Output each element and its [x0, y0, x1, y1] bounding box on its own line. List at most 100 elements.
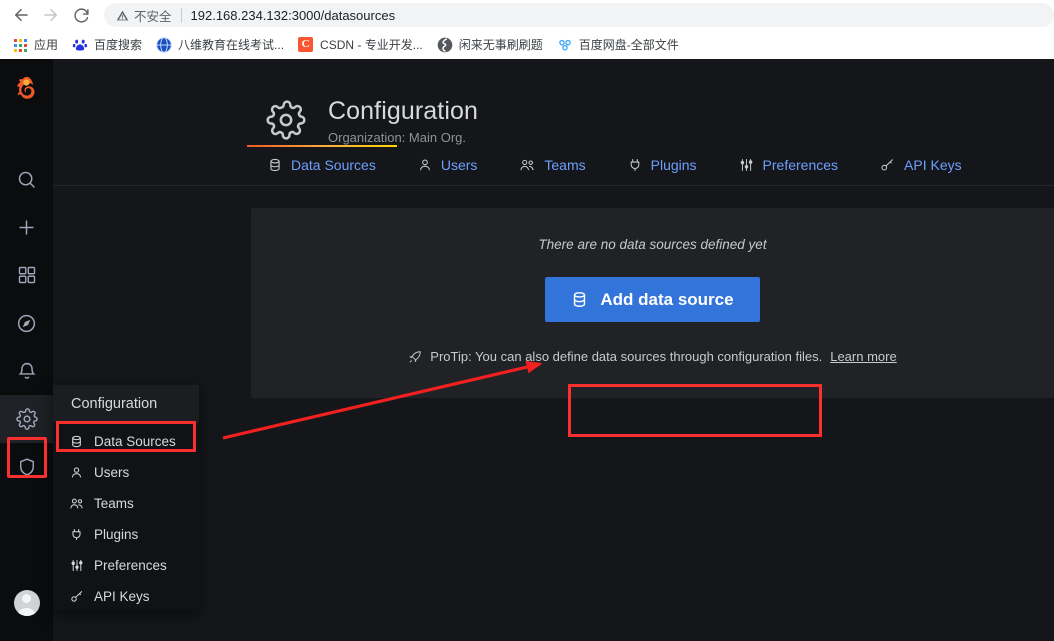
apps-grid-icon [12, 37, 28, 53]
back-button[interactable] [6, 1, 36, 29]
add-data-source-button[interactable]: Add data source [545, 277, 760, 322]
bookmark-label: CSDN - 专业开发... [320, 38, 423, 52]
database-icon [268, 158, 282, 172]
page-container: Configuration Organization: Main Org. Da… [53, 59, 1054, 641]
sidebar-item-explore[interactable] [0, 299, 53, 347]
flyout-item-label: Data Sources [94, 434, 176, 449]
search-icon [16, 169, 37, 190]
reload-button[interactable] [66, 1, 96, 29]
flyout-item-label: Users [94, 465, 130, 480]
add-data-source-label: Add data source [600, 289, 734, 309]
sliders-icon [739, 158, 754, 172]
bookmark-baidu-search[interactable]: 百度搜索 [66, 33, 150, 57]
bookmark-csdn[interactable]: C CSDN - 专业开发... [292, 33, 431, 57]
plug-icon [628, 158, 642, 172]
baidu-paw-icon [72, 37, 88, 53]
flyout-item-label: Preferences [94, 558, 167, 573]
sidebar-item-configuration[interactable] [0, 395, 53, 443]
globe-dark-icon [437, 37, 453, 53]
compass-icon [16, 313, 37, 334]
bookmark-label: 应用 [34, 38, 59, 52]
flyout-item-data-sources[interactable]: Data Sources [53, 426, 199, 457]
flyout-item-plugins[interactable]: Plugins [53, 519, 199, 550]
key-icon [880, 158, 895, 172]
sidebar-item-search[interactable] [0, 155, 53, 203]
url-text: 192.168.234.132:3000/datasources [190, 7, 396, 23]
flyout-item-label: Plugins [94, 527, 139, 542]
baidu-pan-icon [557, 37, 573, 53]
flyout-item-users[interactable]: Users [53, 457, 199, 488]
csdn-icon: C [298, 36, 314, 53]
flyout-item-label: API Keys [94, 589, 150, 604]
grafana-logo-icon[interactable] [0, 67, 53, 113]
rocket-icon [408, 350, 422, 364]
flyout-item-label: Teams [94, 496, 134, 511]
tab-api-keys[interactable]: API Keys [859, 145, 983, 185]
browser-toolbar: 不安全 192.168.234.132:3000/datasources [0, 0, 1054, 30]
sidebar-item-alerting[interactable] [0, 347, 53, 395]
database-icon [571, 291, 588, 308]
tab-label: Users [440, 157, 478, 173]
tab-data-sources[interactable]: Data Sources [247, 145, 397, 185]
key-icon [69, 590, 84, 603]
user-avatar-icon [13, 590, 40, 616]
flyout-header: Configuration [53, 385, 199, 423]
browser-chrome: 不安全 192.168.234.132:3000/datasources 应用 … [0, 0, 1054, 59]
side-nav-rail [0, 59, 53, 641]
users-icon [69, 497, 84, 510]
page-header-text: Configuration Organization: Main Org. [328, 97, 479, 146]
bookmark-baidu-pan[interactable]: 百度网盘-全部文件 [551, 33, 687, 57]
tab-label: API Keys [904, 157, 962, 173]
address-bar[interactable]: 不安全 192.168.234.132:3000/datasources [104, 3, 1054, 27]
data-sources-empty-card: There are no data sources defined yet Ad… [251, 208, 1054, 398]
tab-label: Data Sources [291, 157, 376, 173]
users-icon [519, 158, 535, 172]
forward-button[interactable] [36, 1, 66, 29]
tab-label: Teams [544, 157, 586, 173]
empty-state-message: There are no data sources defined yet [538, 237, 767, 252]
sidebar-item-create[interactable] [0, 203, 53, 251]
page-subtitle: Organization: Main Org. [328, 130, 467, 145]
plug-icon [69, 528, 84, 541]
sliders-icon [69, 559, 84, 572]
bookmark-xianlai[interactable]: 闲来无事刷刷题 [431, 33, 551, 57]
security-label: 不安全 [134, 9, 172, 24]
sidebar-item-profile[interactable] [0, 579, 53, 627]
flyout-item-preferences[interactable]: Preferences [53, 550, 199, 581]
tab-bar: Data Sources Users Teams Plugins Prefere… [53, 145, 1054, 186]
user-icon [69, 466, 84, 479]
apps-grid-icon [17, 265, 37, 285]
protip-learn-more-link[interactable]: Learn more [830, 349, 896, 364]
content-wrapper: There are no data sources defined yet Ad… [53, 186, 1054, 398]
page-header: Configuration Organization: Main Org. [53, 59, 1054, 145]
protip-row: ProTip: You can also define data sources… [251, 349, 1054, 364]
flyout-list: Data Sources Users Teams Plugins Prefere… [53, 423, 199, 612]
gear-icon [15, 408, 38, 430]
database-icon [69, 435, 84, 448]
flyout-header-label: Configuration [71, 396, 158, 412]
page-title: Configuration [328, 97, 479, 125]
user-icon [418, 158, 432, 172]
tab-users[interactable]: Users [397, 145, 499, 185]
flyout-item-teams[interactable]: Teams [53, 488, 199, 519]
flyout-item-api-keys[interactable]: API Keys [53, 581, 199, 612]
bookmark-label: 百度搜索 [94, 38, 143, 52]
omnibox-divider [180, 7, 182, 23]
bookmarks-bar: 应用 百度搜索 八维教育在线考试... C CSDN - 专业开发... 闲来无… [0, 30, 1054, 59]
bookmark-label: 百度网盘-全部文件 [578, 38, 679, 52]
globe-blue-icon [156, 36, 172, 53]
plus-icon [16, 217, 37, 238]
tab-teams[interactable]: Teams [498, 145, 606, 185]
configuration-flyout-menu: Configuration Data Sources Users Teams P… [53, 385, 199, 610]
shield-icon [17, 457, 37, 477]
add-button-row: Add data source [251, 277, 1054, 322]
sidebar-item-server-admin[interactable] [0, 443, 53, 491]
protip-text: ProTip: You can also define data sources… [430, 349, 823, 364]
tab-preferences[interactable]: Preferences [718, 145, 859, 185]
bell-icon [17, 361, 37, 381]
tab-label: Preferences [762, 157, 839, 173]
sidebar-item-dashboards[interactable] [0, 251, 53, 299]
tab-plugins[interactable]: Plugins [607, 145, 718, 185]
bookmark-apps[interactable]: 应用 [6, 33, 66, 57]
bookmark-bawei-exam[interactable]: 八维教育在线考试... [150, 33, 292, 57]
